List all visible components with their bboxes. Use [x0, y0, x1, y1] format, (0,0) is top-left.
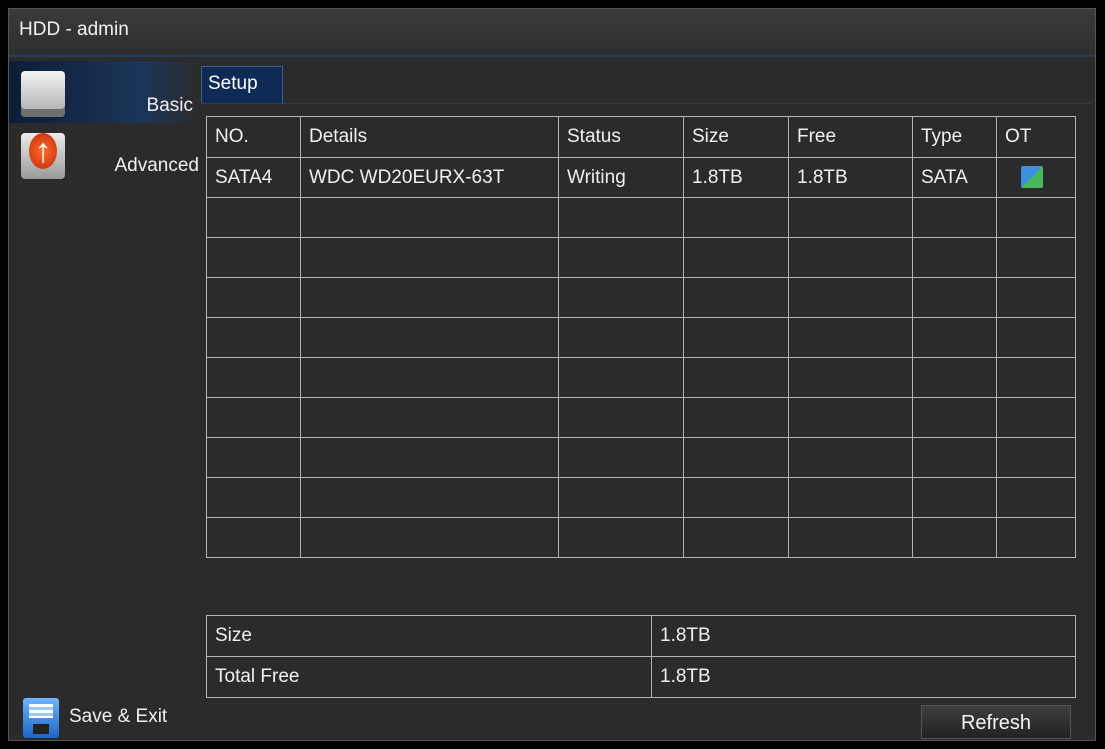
summary-value: 1.8TB [651, 615, 1076, 657]
title-bar: HDD - admin [9, 9, 1095, 57]
table-row [206, 357, 1076, 398]
column-header-status: Status [558, 116, 684, 158]
hdd-table: NO. Details Status Size Free Type OT SAT… [206, 116, 1076, 558]
overwrite-icon[interactable] [1021, 166, 1043, 189]
tab-setup[interactable]: Setup [201, 66, 283, 104]
hard-disk-icon [21, 71, 65, 117]
table-row [206, 197, 1076, 238]
table-row [206, 517, 1076, 558]
summary-row-size: Size 1.8TB [206, 615, 1076, 657]
save-exit-button[interactable]: Save & Exit [9, 692, 199, 742]
cell-status: Writing [558, 157, 684, 198]
cell-type: SATA [912, 157, 997, 198]
table-row [206, 437, 1076, 478]
column-header-details: Details [300, 116, 559, 158]
tab-divider [201, 103, 1091, 104]
window-title: HDD - admin [19, 19, 129, 40]
table-row [206, 397, 1076, 438]
summary-value: 1.8TB [651, 656, 1076, 698]
sidebar-item-basic[interactable]: Basic [9, 61, 199, 123]
table-row [206, 237, 1076, 278]
summary-label: Size [206, 615, 652, 657]
cell-free: 1.8TB [788, 157, 913, 198]
table-row [206, 477, 1076, 518]
column-header-free: Free [788, 116, 913, 158]
summary-label: Total Free [206, 656, 652, 698]
save-exit-label: Save & Exit [69, 706, 168, 727]
sidebar-item-advanced[interactable]: Advanced [9, 123, 199, 185]
column-header-no: NO. [206, 116, 301, 158]
floppy-disk-icon [23, 698, 59, 738]
hdd-window: HDD - admin Basic Advanced Save & Exit S… [8, 8, 1096, 741]
cell-size: 1.8TB [683, 157, 789, 198]
sidebar: Basic Advanced Save & Exit [9, 57, 199, 738]
column-header-type: Type [912, 116, 997, 158]
summary-row-total-free: Total Free 1.8TB [206, 656, 1076, 698]
cell-no: SATA4 [206, 157, 301, 198]
sidebar-item-label: Advanced [114, 155, 199, 176]
table-row [206, 317, 1076, 358]
column-header-size: Size [683, 116, 789, 158]
summary-table: Size 1.8TB Total Free 1.8TB [206, 615, 1076, 698]
cell-details: WDC WD20EURX-63T [300, 157, 559, 198]
table-header: NO. Details Status Size Free Type OT [206, 116, 1076, 158]
refresh-button[interactable]: Refresh [921, 705, 1071, 739]
sidebar-item-label: Basic [146, 95, 193, 116]
table-row[interactable]: SATA4 WDC WD20EURX-63T Writing 1.8TB 1.8… [206, 157, 1076, 198]
column-header-ot: OT [996, 116, 1076, 158]
cell-ot[interactable] [996, 157, 1076, 198]
table-row [206, 277, 1076, 318]
upgrade-arrow-icon [21, 133, 65, 179]
